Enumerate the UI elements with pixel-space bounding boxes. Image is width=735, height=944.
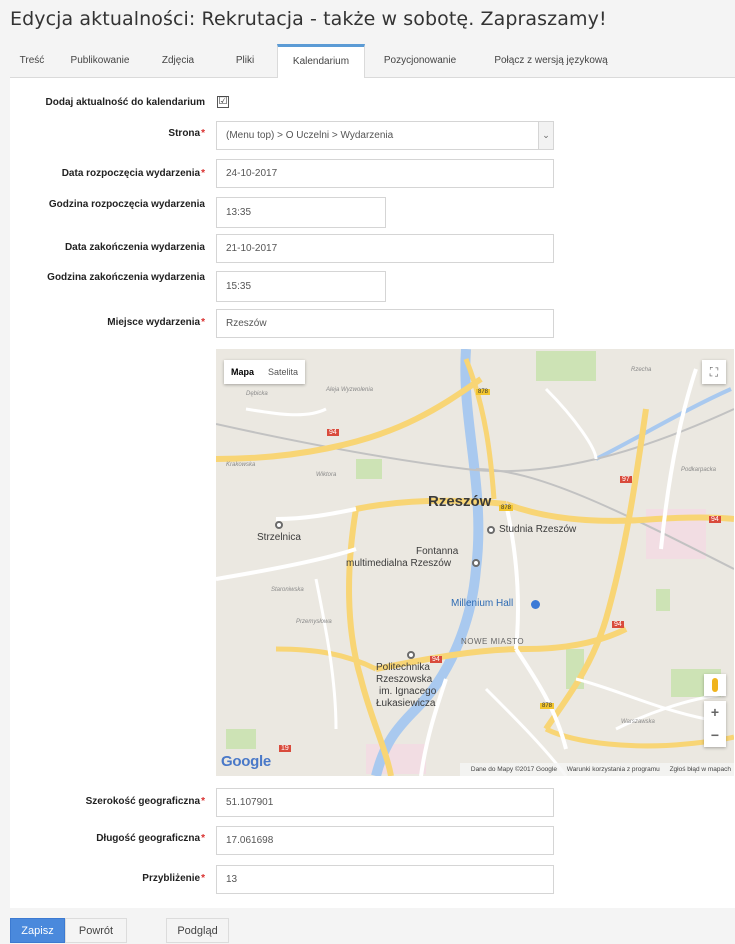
map-road-94: 94	[327, 429, 339, 436]
map-type-control: Mapa Satelita	[224, 360, 306, 384]
tab-zdjecia[interactable]: Zdjęcia	[146, 44, 210, 78]
fullscreen-icon[interactable]: ⛶	[702, 360, 726, 384]
street-view-pegman-icon[interactable]	[704, 674, 726, 696]
map-street-rzecha: Rzecha	[631, 367, 652, 373]
map-street-warszawska: Warszawska	[621, 719, 655, 725]
map-type-mapa[interactable]: Mapa	[224, 360, 261, 384]
page-select-label: Strona*	[168, 128, 205, 139]
map-poi-politechnika: Rzeszowska	[376, 674, 433, 685]
map-terms-link[interactable]: Warunki korzystania z programu	[567, 766, 660, 773]
location-map[interactable]: Dębicka Aleja Wyzwolenia Krakowska Wikto…	[216, 349, 734, 776]
map-road-19: 19	[279, 745, 291, 752]
tab-polacz-z-wersja-jezykowa[interactable]: Połącz z wersją językową	[476, 44, 626, 78]
tab-kalendarium[interactable]: Kalendarium	[277, 44, 365, 79]
zoom-in-button[interactable]: +	[704, 701, 726, 724]
map-poi-fontanna: Fontanna	[416, 546, 459, 557]
map-road-878: 878	[499, 505, 514, 511]
millenium-marker-icon	[531, 600, 540, 609]
start-time-field[interactable]: 13:35	[216, 197, 386, 228]
map-road-97: 97	[620, 476, 632, 483]
tab-publikowanie[interactable]: Publikowanie	[58, 44, 142, 78]
map-attribution: Dane do Mapy ©2017 Google Warunki korzys…	[459, 763, 734, 776]
page-header: Edycja aktualności: Rekrutacja - także w…	[0, 0, 735, 42]
map-street-krakowska: Krakowska	[226, 462, 256, 468]
map-poi-politechnika: Łukasiewicza	[376, 698, 436, 709]
map-poi-millenium: Millenium Hall	[451, 598, 514, 609]
map-poi-strzelnica: Strzelnica	[257, 532, 301, 543]
map-street-wyzwolenia: Aleja Wyzwolenia	[326, 387, 374, 393]
latitude-label: Szerokość geograficzna*	[85, 796, 205, 807]
zoom-label: Przybliżenie*	[142, 873, 205, 884]
map-data-attribution: Dane do Mapy ©2017 Google	[470, 766, 557, 773]
politechnika-marker-icon	[407, 651, 415, 659]
zoom-field[interactable]: 13	[216, 865, 554, 894]
map-poi-studnia: Studnia Rzeszów	[499, 524, 577, 535]
fontanna-marker-icon	[472, 559, 480, 567]
google-logo: Google	[221, 753, 271, 770]
add-to-calendar-checkbox[interactable]: ☑	[217, 96, 229, 108]
map-road-94: 94	[709, 516, 721, 523]
calendar-form-panel: Dodaj aktualność do kalendarium ☑ Strona…	[10, 78, 735, 908]
chevron-down-icon: ⌄	[538, 122, 553, 149]
map-street-staroniwska: Staroniwska	[271, 587, 304, 593]
start-date-label: Data rozpoczęcia wydarzenia*	[61, 168, 205, 179]
start-time-label: Godzina rozpoczęcia wydarzenia	[48, 199, 205, 210]
map-poi-politechnika: im. Ignacego	[379, 686, 437, 697]
back-button[interactable]: Powrót	[65, 918, 127, 943]
map-report-link[interactable]: Zgłoś błąd w mapach	[670, 766, 731, 773]
map-poi-politechnika: Politechnika	[376, 662, 430, 673]
end-time-field[interactable]: 15:35	[216, 271, 386, 302]
tab-tresc[interactable]: Treść	[10, 44, 54, 78]
tab-pliki[interactable]: Pliki	[214, 44, 276, 78]
map-street-debicka: Dębicka	[246, 391, 268, 397]
strzelnica-marker-icon	[275, 521, 283, 529]
longitude-label: Długość geograficzna*	[96, 833, 205, 844]
map-road-94: 94	[612, 621, 624, 628]
latitude-field[interactable]: 51.107901	[216, 788, 554, 817]
map-type-satelita[interactable]: Satelita	[261, 360, 305, 384]
tab-bar: Treść Publikowanie Zdjęcia Pliki Kalenda…	[10, 44, 735, 79]
longitude-field[interactable]: 17.061698	[216, 826, 554, 855]
studnia-marker-icon	[487, 526, 495, 534]
end-time-label: Godzina zakończenia wydarzenia	[47, 272, 205, 283]
zoom-out-button[interactable]: −	[704, 724, 726, 747]
map-road-878: 878	[540, 703, 555, 709]
map-street-wiktora: Wiktora	[316, 472, 337, 478]
map-road-878: 878	[476, 389, 491, 395]
start-date-field[interactable]: 24-10-2017	[216, 159, 554, 188]
save-button[interactable]: Zapisz	[10, 918, 65, 943]
map-street-przemyslowa: Przemysłowa	[296, 619, 332, 625]
place-label: Miejsce wydarzenia*	[107, 317, 205, 328]
preview-button[interactable]: Podgląd	[166, 918, 229, 943]
end-date-label: Data zakończenia wydarzenia	[64, 242, 205, 253]
map-district-label: NOWE MIASTO	[461, 637, 525, 646]
end-date-field[interactable]: 21-10-2017	[216, 234, 554, 263]
page-title: Edycja aktualności: Rekrutacja - także w…	[10, 8, 607, 30]
map-zoom-control: + −	[704, 701, 726, 747]
map-road-94: 94	[430, 656, 442, 663]
place-field[interactable]: Rzeszów	[216, 309, 554, 338]
map-poi-fontanna: multimedialna Rzeszów	[346, 558, 452, 569]
page-select[interactable]: (Menu top) > O Uczelni > Wydarzenia ⌄	[216, 121, 554, 150]
map-city-label: Rzeszów	[428, 493, 492, 510]
add-to-calendar-label: Dodaj aktualność do kalendarium	[45, 97, 205, 108]
tab-pozycjonowanie[interactable]: Pozycjonowanie	[368, 44, 472, 78]
map-street-podkarpacka: Podkarpacka	[681, 467, 717, 473]
